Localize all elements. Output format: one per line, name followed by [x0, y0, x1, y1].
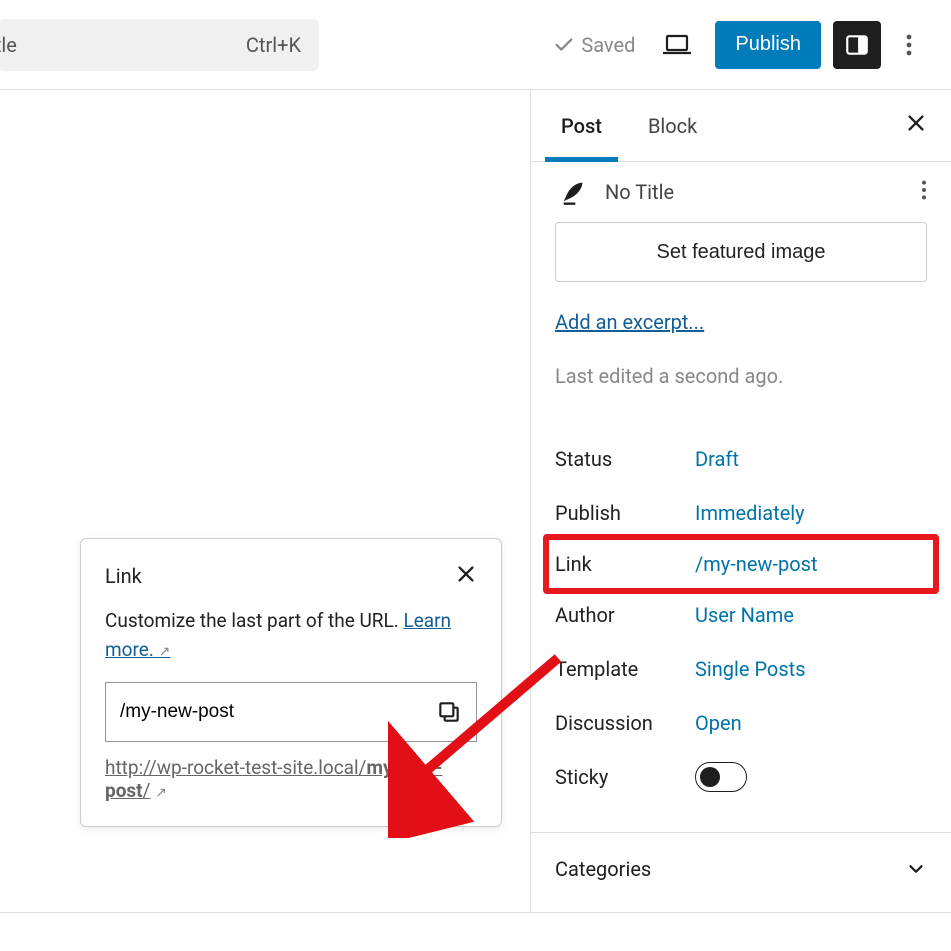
popover-close-button[interactable] — [455, 563, 477, 589]
close-icon — [905, 112, 927, 134]
document-actions-button[interactable] — [921, 179, 927, 205]
close-icon — [455, 563, 477, 585]
categories-panel-toggle[interactable]: Categories — [531, 833, 951, 905]
settings-sidebar-toggle[interactable] — [833, 21, 881, 69]
kebab-icon — [906, 33, 912, 57]
kebab-icon — [921, 179, 927, 201]
popover-description: Customize the last part of the URL. Lear… — [105, 607, 477, 664]
document-title-text: itle — [0, 33, 17, 57]
sidebar-tabs: Post Block — [531, 90, 951, 162]
post-panel: Set featured image Add an excerpt... Las… — [531, 222, 951, 412]
post-summary: Status Draft Publish Immediately Link /m… — [531, 412, 951, 804]
popover-title: Link — [105, 564, 142, 588]
sidebar-icon — [844, 32, 870, 58]
copy-button[interactable] — [436, 699, 462, 725]
tab-post[interactable]: Post — [555, 90, 608, 161]
summary-discussion: Discussion Open — [555, 696, 927, 750]
full-url-display: http://wp-rocket-test-site.local/my-new-… — [105, 756, 477, 802]
author-value[interactable]: User Name — [695, 603, 794, 627]
summary-publish: Publish Immediately — [555, 486, 927, 540]
summary-status: Status Draft — [555, 432, 927, 486]
editor-canvas[interactable]: Link Customize the last part of the URL.… — [0, 90, 531, 912]
categories-label: Categories — [555, 857, 651, 881]
summary-template: Template Single Posts — [555, 642, 927, 696]
preview-button[interactable] — [653, 21, 701, 69]
editor-topbar: itle Ctrl+K Saved Publish — [0, 0, 951, 90]
discussion-value[interactable]: Open — [695, 711, 742, 735]
set-featured-image-button[interactable]: Set featured image — [555, 222, 927, 282]
external-icon: ↗ — [155, 785, 167, 801]
feather-icon — [559, 178, 587, 206]
summary-author: Author User Name — [555, 588, 927, 642]
more-options-button[interactable] — [891, 21, 927, 69]
slug-input-wrapper — [105, 682, 477, 742]
check-icon — [553, 34, 575, 56]
document-title-button[interactable]: itle Ctrl+K — [0, 19, 319, 71]
settings-sidebar: Post Block No Title Set featured image A… — [531, 90, 951, 912]
status-value[interactable]: Draft — [695, 447, 739, 471]
last-edited-text: Last edited a second ago. — [555, 364, 927, 388]
publish-value[interactable]: Immediately — [695, 501, 805, 525]
link-value[interactable]: /my-new-post — [695, 552, 818, 576]
sidebar-close-button[interactable] — [905, 111, 927, 141]
chevron-down-icon — [905, 858, 927, 880]
copy-icon — [436, 699, 462, 725]
saved-indicator: Saved — [553, 33, 635, 57]
laptop-icon — [661, 33, 693, 57]
permalink-popover: Link Customize the last part of the URL.… — [80, 538, 502, 827]
sticky-toggle[interactable] — [695, 762, 747, 792]
template-value[interactable]: Single Posts — [695, 657, 806, 681]
document-summary-header: No Title — [531, 162, 951, 222]
document-title: No Title — [605, 180, 921, 204]
summary-sticky: Sticky — [555, 750, 927, 804]
slug-input[interactable] — [120, 701, 436, 723]
editor-main: Link Customize the last part of the URL.… — [0, 90, 951, 913]
publish-button[interactable]: Publish — [715, 21, 821, 69]
tab-block[interactable]: Block — [642, 90, 703, 161]
add-excerpt-link[interactable]: Add an excerpt... — [555, 310, 927, 334]
command-shortcut: Ctrl+K — [246, 33, 301, 57]
summary-link: Link /my-new-post — [543, 534, 939, 594]
